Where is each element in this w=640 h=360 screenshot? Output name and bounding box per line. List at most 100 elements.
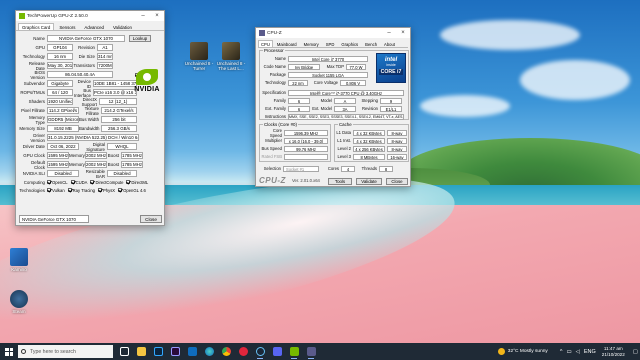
discord-icon[interactable] (270, 344, 284, 359)
clock[interactable]: 11:47 am 21/10/2022 (602, 346, 625, 357)
taskbar-search-box[interactable]: Type here to search (18, 345, 113, 358)
default-clock-value: 1595 MHz (47, 161, 69, 168)
premiere-icon[interactable] (168, 344, 182, 359)
taskbar-apps (117, 344, 321, 359)
tab-spd[interactable]: SPD (323, 40, 338, 47)
threads-value: 8 (379, 165, 393, 172)
opera-icon[interactable] (236, 344, 250, 359)
cpuz-window[interactable]: CPU-Z – × CPU Mainboard Memory SPD Graph… (255, 27, 411, 187)
gpuz-titlebar[interactable]: TechPowerUp GPU-Z 2.50.0 – × (16, 11, 164, 21)
cpuz-titlebar[interactable]: CPU-Z – × (256, 28, 410, 38)
field-label: Boost (107, 153, 119, 158)
memory-clock-value: 2002 MHz (85, 152, 107, 159)
steam-taskbar-icon[interactable] (253, 344, 267, 359)
field-label: Memory (69, 162, 85, 167)
tab-about[interactable]: About (381, 40, 398, 47)
field-label: NVIDIA SLI (22, 171, 45, 176)
tab-validation[interactable]: Validation (109, 23, 136, 30)
model-value: A (334, 97, 356, 104)
tab-memory[interactable]: Memory (301, 40, 322, 47)
chrome-icon[interactable] (219, 344, 233, 359)
close-icon[interactable]: × (396, 28, 410, 38)
field-label: Digital Signature (86, 141, 105, 152)
l1-data-value: 4 x 32 KBytes (353, 129, 385, 136)
file-explorer-icon[interactable] (134, 344, 148, 359)
gpu-chip-value: GP104 (47, 44, 73, 51)
field-label: Technology (22, 54, 45, 59)
network-icon[interactable]: ▭ (566, 349, 571, 355)
field-label: Revision (78, 45, 95, 50)
language-indicator[interactable]: ENG (584, 349, 596, 355)
field-label: Transistors (73, 63, 95, 68)
tab-sensors[interactable]: Sensors (55, 23, 79, 30)
gpuz-graphics-card-panel: Name NVIDIA GeForce GTX 1070 Lookup GPU GP1… (16, 31, 164, 194)
weather-widget[interactable]: 32°C Mostly sunny (497, 348, 548, 355)
opengl-checkbox: OpenGL 4.6 (118, 188, 146, 193)
l1-inst-value: 4 x 32 KBytes (353, 137, 385, 144)
search-icon (21, 349, 26, 354)
cpuz-taskbar-icon[interactable] (304, 344, 318, 359)
minimize-icon[interactable]: – (136, 11, 150, 21)
cpuz-close-button[interactable]: Close (386, 178, 408, 185)
tab-graphics[interactable]: Graphics (338, 40, 361, 47)
release-date-value: May 30, 2016 (47, 62, 73, 69)
field-label: Bus Width (79, 117, 100, 122)
gpu-name-value: NVIDIA GeForce GTX 1070 (47, 35, 125, 42)
chevron-up-icon[interactable]: ^ (560, 349, 563, 355)
lookup-button[interactable]: Lookup (129, 35, 151, 42)
sun-icon (497, 348, 505, 355)
bios-version-value: 86.04.50.40.4A (47, 71, 113, 78)
cpuz-version: Ver. 2.01.0.x64 (291, 178, 320, 183)
tab-advanced[interactable]: Advanced (80, 23, 108, 30)
minimize-icon[interactable]: – (382, 28, 396, 38)
nvidia-logo: NVIDIA (128, 69, 166, 99)
photoshop-icon[interactable] (151, 344, 165, 359)
driver-date-value: Oct 06, 2022 (47, 143, 79, 150)
sli-value: Disabled (47, 170, 79, 177)
desktop-icon-label: Unchained 8 - Turrer (184, 61, 214, 72)
intel-core-i7-logo: intel inside CORE i7 (376, 53, 406, 83)
gpuz-window[interactable]: TechPowerUp GPU-Z 2.50.0 – × Graphics Ca… (15, 10, 165, 226)
task-view-icon[interactable] (117, 344, 131, 359)
tab-bench[interactable]: Bench (362, 40, 380, 47)
ext-model-value: 3A (334, 105, 356, 112)
tab-graphics-card[interactable]: Graphics Card (18, 23, 55, 30)
field-label: Code Name (263, 64, 286, 69)
cpu-name-value: Intel Core i7 3770 (288, 55, 368, 62)
field-label: Instructions (264, 114, 286, 119)
desktop-icon-steam[interactable]: Steam (2, 290, 36, 314)
field-label: Package (269, 72, 286, 77)
field-label: Resizable BAR (85, 168, 105, 179)
memory-size-value: 8192 MB (47, 125, 79, 132)
notification-icon[interactable]: ▢ (633, 349, 638, 355)
level-2-value: 4 x 256 KBytes (353, 145, 385, 152)
field-label: Driver Date (22, 144, 45, 149)
close-icon[interactable]: × (150, 11, 164, 21)
transistors-value: 7200M (97, 62, 113, 69)
desktop-icon-game-1[interactable]: Unchained 8 - Turrer (182, 42, 216, 71)
gpuz-close-button[interactable]: Close (140, 215, 162, 223)
gpuz-taskbar-icon[interactable] (287, 344, 301, 359)
field-label: ROPs/TMUs (20, 90, 45, 95)
validate-button[interactable]: Validate (356, 178, 382, 185)
gpu-selector-dropdown[interactable]: NVIDIA GeForce GTX 1070 (19, 215, 89, 223)
tab-mainboard[interactable]: Mainboard (274, 40, 300, 47)
field-label: Die Size (78, 54, 95, 59)
edge-icon[interactable] (202, 344, 216, 359)
mail-icon[interactable] (185, 344, 199, 359)
package-value: Socket 1155 LGA (288, 71, 368, 78)
start-button[interactable] (0, 343, 18, 360)
field-label: L1 Inst. (337, 138, 351, 143)
tab-cpu[interactable]: CPU (258, 40, 273, 47)
shaders-value: 1920 Unified (47, 98, 73, 105)
field-label: Name (274, 56, 286, 61)
cuda-checkbox: CUDA (70, 180, 87, 185)
instructions-value: MMX, SSE, SSE2, SSE3, SSSE3, SSE4.1, SSE… (288, 113, 404, 120)
core-voltage-value: 0.806 V (340, 79, 366, 86)
desktop-icon-game-2[interactable]: Unchained 8 - The Last L... (214, 42, 248, 71)
tools-button[interactable]: Tools (328, 178, 352, 185)
volume-icon[interactable]: ◁ (576, 349, 580, 355)
multiplier-value: x 16.0 (16.0 - 39.0) (284, 137, 328, 144)
socket-selection-dropdown[interactable]: Socket #1 (283, 165, 319, 172)
desktop-icon-kamino[interactable]: Kamino (2, 248, 36, 272)
